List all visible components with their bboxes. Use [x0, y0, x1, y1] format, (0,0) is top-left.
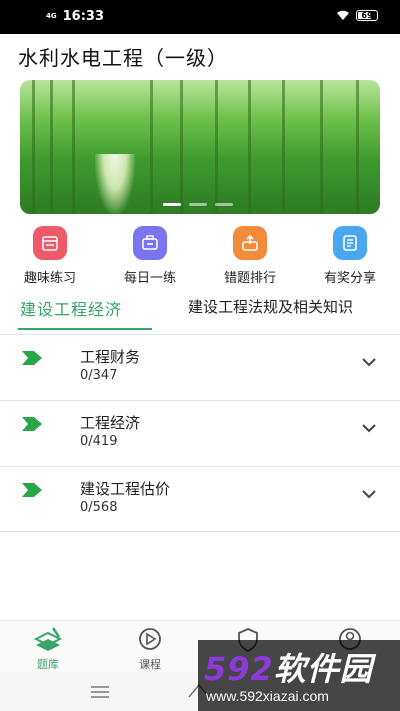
chapter-progress: 0/568: [80, 500, 118, 515]
chevron-marker-icon: [22, 483, 42, 497]
question-bank-icon: [33, 627, 63, 651]
calendar-icon: [33, 226, 67, 260]
nav-label: 课程: [139, 658, 161, 671]
banner-image: [95, 154, 135, 214]
watermark-logo: 592软件园 www.592xiazai.com: [198, 640, 400, 711]
chapter-name: 工程财务: [80, 348, 141, 366]
briefcase-icon: [133, 226, 167, 260]
watermark-number: 592: [204, 650, 274, 688]
quick-action-daily-practice[interactable]: 每日一练: [110, 226, 190, 286]
battery-level: 69: [361, 11, 373, 20]
play-circle-icon: [139, 628, 161, 650]
share-box-icon: [233, 226, 267, 260]
chevron-down-icon[interactable]: [362, 357, 376, 367]
quick-action-wrong-ranking[interactable]: 错题排行: [210, 226, 290, 286]
page-title: 水利水电工程（一级）: [18, 46, 228, 70]
quick-action-label: 趣味练习: [23, 271, 76, 286]
carousel-dot[interactable]: [215, 203, 233, 206]
watermark-url: www.592xiazai.com: [206, 688, 329, 704]
list-item[interactable]: 工程经济 0/419: [0, 400, 400, 466]
wifi-icon: [337, 10, 349, 20]
chapter-list: 工程财务 0/347 工程经济 0/419 建设工程估价 0/568: [0, 334, 400, 532]
chevron-marker-icon: [22, 417, 42, 431]
network-indicator: 4G: [46, 12, 57, 20]
chapter-progress: 0/419: [80, 434, 118, 449]
quick-action-label: 每日一练: [123, 271, 176, 286]
status-time: 16:33: [62, 9, 105, 24]
chapter-name: 建设工程估价: [80, 480, 171, 498]
chevron-down-icon[interactable]: [362, 423, 376, 433]
nav-question-bank[interactable]: 题库: [18, 625, 78, 672]
carousel-dot[interactable]: [163, 203, 181, 206]
quick-action-fun-practice[interactable]: 趣味练习: [10, 226, 90, 286]
carousel-dot[interactable]: [189, 203, 207, 206]
menu-icon[interactable]: [90, 686, 110, 698]
chapter-name: 工程经济: [80, 414, 141, 432]
quick-actions: 趣味练习 每日一练 错题排行 有奖分享: [0, 226, 400, 288]
active-tab-indicator: [18, 328, 152, 330]
subject-tabs: 建设工程经济 建设工程法规及相关知识: [0, 296, 400, 334]
banner-carousel[interactable]: [20, 80, 380, 214]
quick-action-label: 错题排行: [223, 271, 276, 286]
list-item[interactable]: 工程财务 0/347: [0, 334, 400, 400]
chevron-marker-icon: [22, 351, 42, 365]
nav-courses[interactable]: 课程: [120, 625, 180, 672]
chevron-down-icon[interactable]: [362, 489, 376, 499]
battery-icon: 69: [356, 10, 378, 21]
chapter-progress: 0/347: [80, 368, 118, 383]
status-bar: 4G 16:33 69: [0, 0, 400, 34]
tab-construction-laws[interactable]: 建设工程法规及相关知识: [188, 296, 353, 317]
notebook-icon: [333, 226, 367, 260]
watermark-text: 软件园: [273, 650, 373, 688]
quick-action-label: 有奖分享: [323, 271, 376, 286]
nav-label: 题库: [37, 658, 59, 671]
tab-construction-economics[interactable]: 建设工程经济: [20, 296, 122, 320]
carousel-indicator: [163, 203, 233, 206]
list-item[interactable]: 建设工程估价 0/568: [0, 466, 400, 532]
quick-action-reward-share[interactable]: 有奖分享: [310, 226, 390, 286]
